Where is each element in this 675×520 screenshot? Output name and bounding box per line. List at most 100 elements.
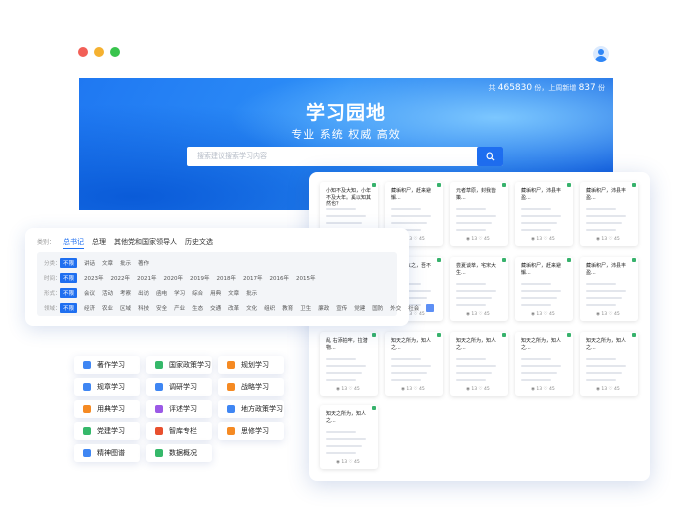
result-card[interactable]: 尝夏谈萃，宅宋大生... ◉ 13 ♡ 45 [450, 257, 508, 321]
module-button[interactable]: 战略学习 [218, 378, 284, 396]
filter-option-selected[interactable]: 不限 [60, 288, 78, 298]
filter-option[interactable]: 2017年 [243, 274, 263, 282]
result-card[interactable]: 知天之所为，知人之... ◉ 13 ♡ 45 [515, 332, 573, 396]
module-button[interactable]: 精神图谱 [74, 444, 140, 462]
filter-option[interactable]: 产业 [174, 304, 185, 312]
filter-option[interactable]: 卫生 [300, 304, 311, 312]
filter-option[interactable]: 教育 [282, 304, 293, 312]
filter-option[interactable]: 著作 [138, 259, 149, 267]
results-panel: 小知不及大知，小年不及大年。奚以知其然也？◉ 13 ♡ 45藏垢积尸，赶来避懈.… [309, 172, 650, 481]
module-button[interactable]: 著作学习 [74, 356, 140, 374]
filter-option[interactable]: 批示 [246, 289, 257, 297]
search-input[interactable]: 搜索建议搜索学习内容 [187, 147, 503, 166]
filter-option[interactable]: 用典 [210, 289, 221, 297]
filter-option[interactable]: 农业 [102, 304, 113, 312]
module-button[interactable]: 数据概况 [146, 444, 212, 462]
module-button[interactable]: 调研学习 [146, 378, 212, 396]
user-avatar-icon[interactable] [593, 46, 609, 62]
result-card[interactable]: 知天之所为，知人之... ◉ 13 ♡ 45 [450, 332, 508, 396]
filter-option[interactable]: 活动 [102, 289, 113, 297]
placeholder-line [326, 379, 356, 381]
filter-option[interactable]: 科技 [138, 304, 149, 312]
module-button[interactable]: 规章学习 [74, 378, 140, 396]
filter-option[interactable]: 区域 [120, 304, 131, 312]
module-button[interactable]: 评述学习 [146, 400, 212, 418]
like-count: ♡ 45 [607, 237, 620, 242]
filter-option[interactable]: 2021年 [137, 274, 157, 282]
filter-option-selected[interactable]: 不限 [60, 273, 78, 283]
like-count: ♡ 45 [412, 387, 425, 392]
search-button[interactable] [477, 147, 503, 166]
filter-option[interactable]: 2022年 [111, 274, 131, 282]
result-meta: ◉ 13 ♡ 45 [531, 387, 555, 392]
filter-option[interactable]: 党建 [354, 304, 365, 312]
filter-option[interactable]: 安全 [156, 304, 167, 312]
filter-option[interactable]: 出访 [138, 289, 149, 297]
filter-option[interactable]: 2018年 [217, 274, 237, 282]
bookmark-icon [567, 183, 571, 187]
result-card[interactable]: 乱 右添拍牢，拉潜物... ◉ 13 ♡ 45 [320, 332, 378, 396]
tab-category-2[interactable]: 其他党和国家领导人 [114, 237, 177, 247]
result-card[interactable]: 知天之所为，知人之... ◉ 13 ♡ 45 [385, 332, 443, 396]
result-card[interactable]: 藏垢积尸，沛县丰盈... ◉ 13 ♡ 45 [515, 182, 573, 246]
filter-option[interactable]: 经济 [84, 304, 95, 312]
filter-option-selected[interactable]: 不限 [60, 303, 78, 313]
placeholder-line [326, 452, 356, 454]
result-card[interactable]: 知天之所为，知人之... ◉ 13 ♡ 45 [320, 405, 378, 469]
like-count: ♡ 45 [477, 312, 490, 317]
bookmark-icon [372, 406, 376, 410]
minimize-window-button[interactable] [94, 47, 104, 57]
filter-option[interactable]: 学习 [174, 289, 185, 297]
filter-option[interactable]: 讲话 [84, 259, 95, 267]
filter-option[interactable]: 社会 [408, 304, 419, 312]
close-window-button[interactable] [78, 47, 88, 57]
filter-option[interactable]: 生态 [192, 304, 203, 312]
result-card[interactable]: 藏垢积尸，沛县丰盈... ◉ 13 ♡ 45 [580, 257, 638, 321]
filter-option[interactable]: 2023年 [84, 274, 104, 282]
filter-option[interactable]: 2019年 [190, 274, 210, 282]
module-button[interactable]: 智库专栏 [146, 422, 212, 440]
filter-option[interactable]: 外交 [390, 304, 401, 312]
more-options-icon[interactable] [426, 304, 435, 312]
module-label: 用典学习 [97, 405, 125, 413]
module-icon [83, 383, 91, 391]
filter-option[interactable]: 2016年 [270, 274, 290, 282]
filter-option[interactable]: 文章 [228, 289, 239, 297]
result-card[interactable]: 藏垢积尸，沛县丰盈... ◉ 13 ♡ 45 [580, 182, 638, 246]
module-button[interactable]: 国家政策学习 [146, 356, 212, 374]
module-button[interactable]: 思修学习 [218, 422, 284, 440]
module-button[interactable]: 规划学习 [218, 356, 284, 374]
filter-option[interactable]: 2015年 [296, 274, 316, 282]
filter-option[interactable]: 国防 [372, 304, 383, 312]
like-count: ♡ 45 [542, 312, 555, 317]
result-meta: ◉ 13 ♡ 45 [531, 237, 555, 242]
result-meta: ◉ 13 ♡ 45 [596, 387, 620, 392]
placeholder-line [521, 372, 557, 374]
filter-option[interactable]: 文化 [246, 304, 257, 312]
result-card[interactable]: 藏垢积尸，赶来避懈... ◉ 13 ♡ 45 [515, 257, 573, 321]
filter-option[interactable]: 函电 [156, 289, 167, 297]
filter-option[interactable]: 会议 [84, 289, 95, 297]
module-button[interactable]: 用典学习 [74, 400, 140, 418]
filter-option-selected[interactable]: 不限 [60, 258, 78, 268]
filter-option[interactable]: 文章 [102, 259, 113, 267]
filter-option[interactable]: 批示 [120, 259, 131, 267]
filter-option[interactable]: 综合 [192, 289, 203, 297]
module-label: 国家政策学习 [169, 361, 211, 369]
filter-option[interactable]: 改革 [228, 304, 239, 312]
result-title: 藏垢积尸，赶来避懈... [391, 188, 432, 201]
filter-option[interactable]: 组织 [264, 304, 275, 312]
result-card[interactable]: 知天之所为，知人之... ◉ 13 ♡ 45 [580, 332, 638, 396]
filter-option[interactable]: 宣传 [336, 304, 347, 312]
filter-option[interactable]: 2020年 [164, 274, 184, 282]
result-card[interactable]: 元者草原，封我皆策... ◉ 13 ♡ 45 [450, 182, 508, 246]
tab-category-3[interactable]: 历史文选 [185, 237, 213, 247]
filter-option[interactable]: 廉政 [318, 304, 329, 312]
module-button[interactable]: 党建学习 [74, 422, 140, 440]
filter-option[interactable]: 考察 [120, 289, 131, 297]
maximize-window-button[interactable] [110, 47, 120, 57]
filter-option[interactable]: 交通 [210, 304, 221, 312]
tab-category-0[interactable]: 总书记 [63, 237, 85, 249]
tab-category-1[interactable]: 总理 [92, 237, 106, 247]
module-button[interactable]: 地方政策学习 [218, 400, 284, 418]
